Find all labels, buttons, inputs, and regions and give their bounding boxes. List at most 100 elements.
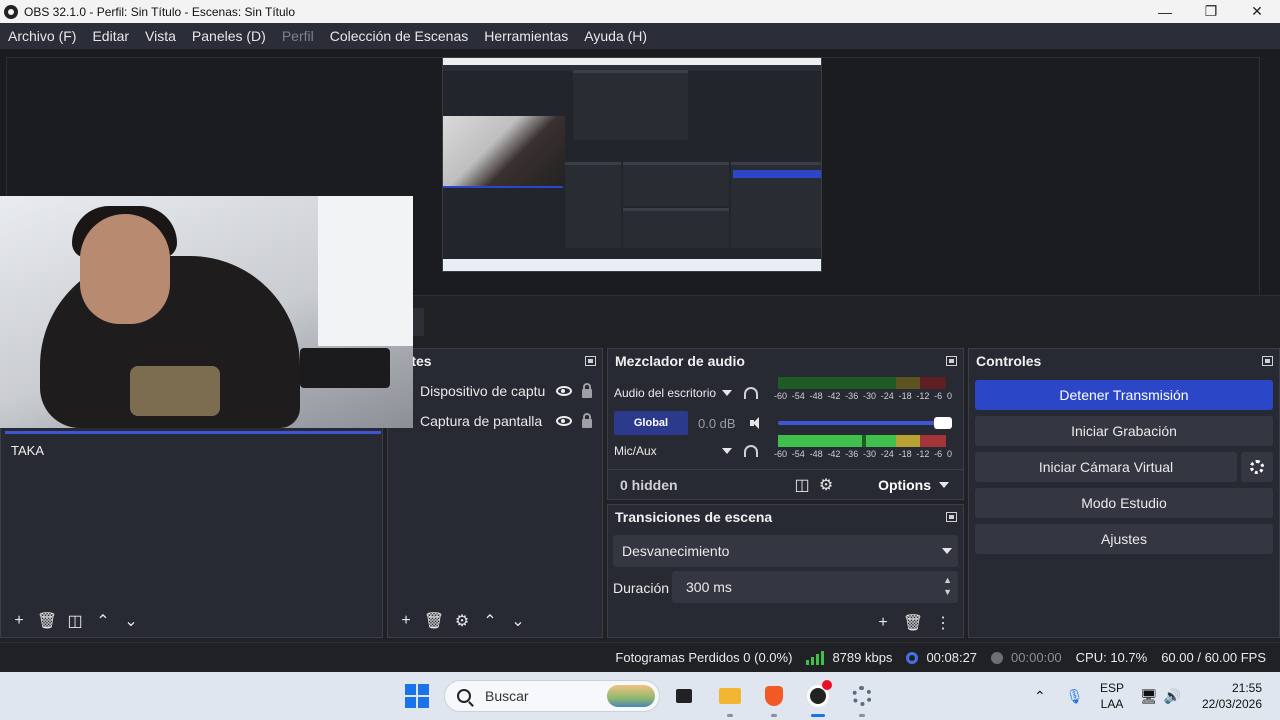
move-down-icon[interactable]: ⌄ — [119, 609, 143, 633]
volume-slider[interactable] — [778, 417, 952, 429]
obs-logo-icon — [4, 4, 18, 19]
channel-menu-icon[interactable] — [722, 390, 732, 396]
remove-transition-icon[interactable]: 🗑 — [901, 611, 925, 635]
brave-browser-icon[interactable] — [760, 682, 788, 717]
lock-icon[interactable] — [582, 383, 592, 398]
source-properties-icon[interactable]: ⚙ — [450, 609, 474, 633]
add-source-icon[interactable]: + — [394, 609, 418, 633]
add-transition-icon[interactable]: + — [871, 611, 895, 635]
mixer-title: Mezclador de audio — [615, 353, 745, 369]
language-indicator[interactable]: ESP LAA — [1100, 680, 1124, 712]
menu-herramientas[interactable]: Herramientas — [476, 28, 576, 44]
layout-toggle-icon[interactable]: ◫ — [790, 473, 814, 497]
move-down-icon[interactable]: ⌄ — [506, 609, 530, 633]
window-title: OBS 32.1.0 - Perfil: Sin Título - Escena… — [24, 4, 296, 19]
menu-archivo[interactable]: Archivo (F) — [0, 28, 84, 44]
webcam-source-overlay[interactable] — [0, 196, 413, 428]
chevron-down-icon — [942, 548, 952, 554]
float-dock-icon[interactable] — [946, 512, 957, 522]
controls-dock: Controles Detener Transmisión Iniciar Gr… — [968, 348, 1280, 638]
menu-coleccion[interactable]: Colección de Escenas — [322, 28, 477, 44]
record-time: 00:00:00 — [1011, 650, 1062, 665]
volume-icon[interactable]: 🔊 — [1164, 688, 1181, 705]
maximize-icon[interactable]: ❐ — [1188, 0, 1234, 23]
menu-ayuda[interactable]: Ayuda (H) — [576, 28, 655, 44]
start-recording-button[interactable]: Iniciar Grabación — [975, 416, 1273, 446]
options-button[interactable]: Options — [878, 477, 949, 493]
scene-filters-icon[interactable]: ◫ — [63, 609, 87, 633]
chevron-up-icon[interactable]: ⌃ — [1034, 688, 1046, 705]
scene-item[interactable]: TAKA — [11, 443, 44, 458]
gear-icon — [1250, 460, 1264, 474]
channel-name: Audio del escritorio — [614, 386, 717, 400]
remove-scene-icon[interactable]: 🗑 — [35, 609, 59, 633]
microphone-icon[interactable]: 🎙 — [1066, 688, 1084, 705]
move-up-icon[interactable]: ⌃ — [91, 609, 115, 633]
monitor-headphone-icon[interactable] — [744, 387, 758, 399]
duration-spinner[interactable]: ▲ ▼ — [943, 574, 952, 598]
menu-vista[interactable]: Vista — [137, 28, 184, 44]
bitrate: 8789 kbps — [832, 650, 893, 665]
duration-label: Duración — [613, 580, 670, 596]
duration-value: 300 ms — [686, 579, 732, 595]
obs-app-icon[interactable] — [804, 680, 832, 717]
visibility-eye-icon[interactable] — [556, 386, 572, 396]
keyboard-layout: LAA — [1100, 697, 1124, 711]
transition-toolbar: + 🗑 ⋮ — [871, 611, 955, 635]
nested-screen-capture — [442, 57, 822, 272]
settings-app-icon[interactable] — [848, 682, 876, 717]
transition-selected: Desvanecimiento — [622, 543, 730, 559]
start-virtual-cam-button[interactable]: Iniciar Cámara Virtual — [975, 452, 1237, 482]
record-time-indicator: 00:00:00 — [991, 650, 1062, 665]
settings-button[interactable]: Ajustes — [975, 524, 1273, 554]
menu-editar[interactable]: Editar — [84, 28, 137, 44]
studio-mode-button[interactable]: Modo Estudio — [975, 488, 1273, 518]
clock-time: 21:55 — [1231, 681, 1262, 695]
task-view-icon[interactable] — [670, 682, 698, 710]
sources-toolbar: + 🗑 ⚙ ⌃ ⌄ — [388, 605, 602, 637]
menu-perfil[interactable]: Perfil — [274, 28, 322, 44]
title-bar: OBS 32.1.0 - Perfil: Sin Título - Escena… — [0, 0, 1280, 23]
mixer-header: Mezclador de audio — [608, 349, 963, 373]
lock-icon[interactable] — [582, 413, 592, 428]
stop-stream-button[interactable]: Detener Transmisión — [975, 380, 1273, 410]
menu-paneles[interactable]: Paneles (D) — [184, 28, 274, 44]
source-label: Captura de pantalla — [420, 413, 543, 429]
scenes-toolbar: + 🗑 ◫ ⌃ ⌄ — [1, 605, 382, 637]
visibility-eye-icon[interactable] — [556, 416, 572, 426]
record-icon — [991, 651, 1004, 664]
taskbar-clock[interactable]: 21:55 22/03/2026 — [1202, 680, 1262, 712]
sources-header: entes — [388, 349, 602, 373]
global-button[interactable]: Global — [614, 411, 688, 435]
float-dock-icon[interactable] — [1262, 356, 1273, 366]
windows-taskbar: Buscar ⌃ 🎙 ESP LAA 🖥 🔊 21:55 22/03/2026 — [0, 672, 1280, 720]
slider-knob[interactable] — [934, 417, 952, 429]
chevron-down-icon — [939, 481, 949, 488]
more-options-icon[interactable]: ⋮ — [931, 611, 955, 635]
windows-start-icon[interactable] — [405, 684, 429, 708]
minimize-icon[interactable]: — — [1142, 0, 1188, 23]
meter-ticks: -60 -54 -48 -42 -36 -30 -24 -18 -12 -6 0 — [774, 449, 952, 459]
mixer-global-row: Global 0.0 dB — [614, 411, 959, 435]
network-icon[interactable]: 🖥 — [1140, 688, 1158, 705]
add-scene-icon[interactable]: + — [7, 609, 31, 633]
hidden-count[interactable]: 0 hidden — [620, 477, 790, 493]
move-up-icon[interactable]: ⌃ — [478, 609, 502, 633]
monitor-headphone-icon[interactable] — [744, 445, 758, 457]
source-item[interactable]: Captura de pantalla — [420, 408, 600, 434]
virtual-cam-settings-button[interactable] — [1241, 452, 1273, 482]
advanced-audio-icon[interactable]: ⚙ — [814, 473, 838, 497]
duration-input[interactable]: 300 ms ▲ ▼ — [672, 571, 958, 603]
remove-source-icon[interactable]: 🗑 — [422, 609, 446, 633]
taskbar-search[interactable]: Buscar — [444, 680, 660, 712]
channel-name: Mic/Aux — [614, 444, 657, 458]
float-dock-icon[interactable] — [585, 356, 596, 366]
speaker-icon[interactable] — [750, 417, 762, 429]
file-explorer-icon[interactable] — [716, 682, 744, 717]
transition-select[interactable]: Desvanecimiento — [613, 535, 958, 567]
menu-bar: Archivo (F) Editar Vista Paneles (D) Per… — [0, 23, 1280, 49]
float-dock-icon[interactable] — [946, 356, 957, 366]
source-item[interactable]: Dispositivo de captu — [420, 378, 600, 404]
channel-menu-icon[interactable] — [722, 448, 732, 454]
close-icon[interactable]: ✕ — [1234, 0, 1280, 23]
